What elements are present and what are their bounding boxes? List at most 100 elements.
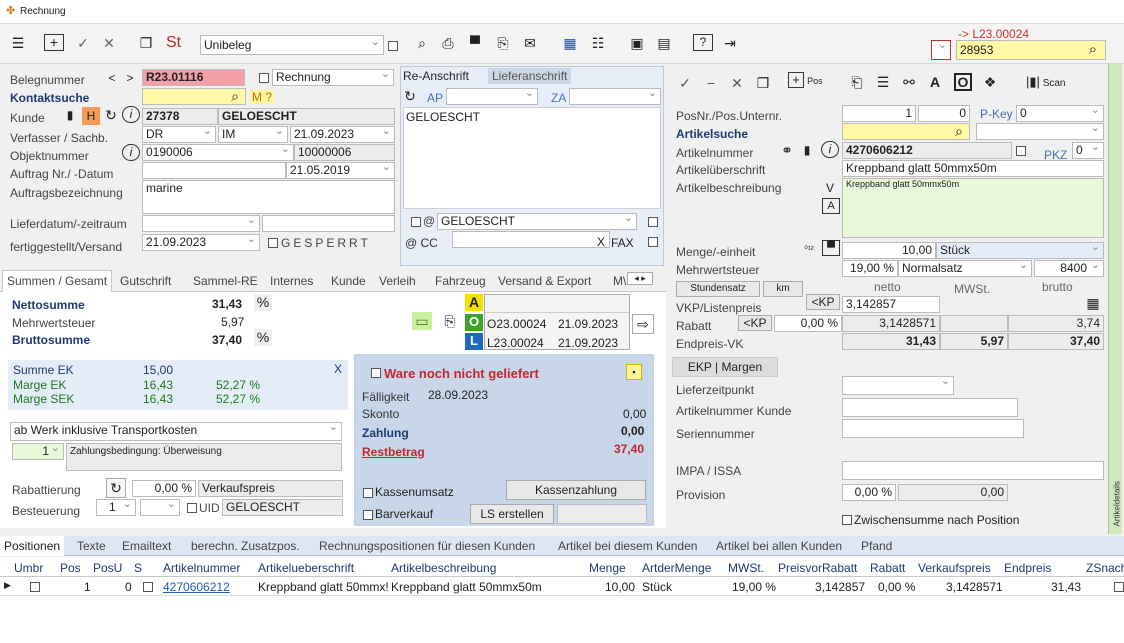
tab-summen[interactable]: Summen / Gesamt bbox=[2, 270, 113, 292]
print-icon[interactable]: ⎙ bbox=[438, 34, 458, 52]
close-icon[interactable]: ✕ bbox=[99, 34, 119, 52]
doc-pdf-icon[interactable]: ⎘ bbox=[441, 312, 459, 330]
auftrag-nr-field[interactable] bbox=[142, 162, 286, 179]
kp-button[interactable]: <KP bbox=[806, 294, 840, 310]
tab-texte[interactable]: Texte bbox=[77, 539, 106, 553]
cc-input[interactable] bbox=[452, 231, 610, 248]
besteuerung-select[interactable]: 1 bbox=[96, 499, 136, 516]
add-pos-button[interactable]: + Pos bbox=[788, 72, 823, 88]
tab-fahrzeug[interactable]: Fahrzeug bbox=[435, 274, 486, 288]
folder-icon[interactable]: ▭ bbox=[412, 312, 432, 330]
barverkauf-checkbox[interactable] bbox=[363, 510, 373, 520]
tab-scroll-arrows[interactable]: ◂ ▸ bbox=[627, 272, 653, 285]
col-artdermenge[interactable]: ArtderMenge bbox=[642, 561, 711, 575]
tab-zusatzpos[interactable]: berechn. Zusatzpos. bbox=[191, 539, 300, 553]
table-row[interactable]: ▶ 1 0 4270606212 Kreppband glatt 50mmx! … bbox=[0, 578, 1124, 596]
col-pos[interactable]: Pos bbox=[60, 561, 81, 575]
calendar-icon[interactable]: ▤ bbox=[654, 34, 674, 52]
pricing-mwst-pct[interactable]: 19,00 % bbox=[842, 260, 898, 277]
zwischensumme-checkbox[interactable] bbox=[842, 515, 852, 525]
binoculars-icon[interactable]: ⚯ bbox=[900, 73, 918, 91]
netto-pct-button[interactable]: % bbox=[254, 294, 272, 311]
col-endpreis[interactable]: Endpreis bbox=[1004, 561, 1051, 575]
kontakt-search-icon[interactable]: ⌕ bbox=[226, 87, 244, 105]
zahlungsbed-nr[interactable]: 1 bbox=[12, 443, 64, 460]
tab-sammel-re[interactable]: Sammel-RE bbox=[193, 274, 258, 288]
pos-close-icon[interactable]: ✕ bbox=[728, 74, 746, 92]
link-icon[interactable]: ⚭ bbox=[778, 141, 796, 159]
artikel-search-icon[interactable]: ⌕ bbox=[950, 122, 968, 140]
kunde-nr-field[interactable]: 27378 bbox=[142, 108, 218, 125]
tab-positionen[interactable]: Positionen bbox=[0, 536, 65, 556]
help-icon[interactable]: ? bbox=[693, 34, 713, 51]
calc-small-icon[interactable]: ▀ bbox=[822, 240, 840, 256]
col-menge[interactable]: Menge bbox=[589, 561, 626, 575]
mode-select[interactable]: Unibeleg bbox=[200, 35, 384, 55]
pos-copy-icon[interactable]: ❐ bbox=[754, 74, 772, 92]
tab-rechnungspos[interactable]: Rechnungspositionen für diesen Kunden bbox=[319, 539, 535, 553]
col-rabatt[interactable]: Rabatt bbox=[870, 561, 905, 575]
doctype-select[interactable]: Rechnung bbox=[272, 69, 394, 86]
row-zsnach-checkbox[interactable] bbox=[1114, 582, 1124, 592]
rabatt-value[interactable]: 0,00 % bbox=[132, 480, 196, 497]
lieferzeit-select[interactable] bbox=[842, 376, 954, 395]
rabatt-kp-button[interactable]: <KP bbox=[738, 315, 772, 331]
tab-versand[interactable]: Versand & Export bbox=[498, 274, 591, 288]
address-text[interactable]: GELOESCHT bbox=[403, 107, 661, 209]
objekt-select[interactable]: 0190006 bbox=[142, 144, 294, 161]
col-artikelnummer[interactable]: Artikelnummer bbox=[163, 561, 240, 575]
tab-artikel-alle[interactable]: Artikel bei allen Kunden bbox=[716, 539, 842, 553]
fertig-date[interactable]: 21.09.2023 bbox=[142, 234, 260, 251]
storno-button[interactable]: St bbox=[166, 34, 181, 52]
ware-icon[interactable]: ▪ bbox=[626, 364, 642, 380]
doc-row-l-nr[interactable]: L23.00024 bbox=[487, 336, 544, 350]
tab-verleih[interactable]: Verleih bbox=[379, 274, 416, 288]
prev-button[interactable]: < bbox=[104, 70, 120, 87]
address-refresh-icon[interactable]: ↻ bbox=[403, 87, 417, 105]
row-umbr-checkbox[interactable] bbox=[30, 582, 40, 592]
tab-kunde[interactable]: Kunde bbox=[331, 274, 366, 288]
col-posu[interactable]: PosU bbox=[93, 561, 122, 575]
rechnung-checkbox[interactable] bbox=[259, 73, 269, 83]
auftragsbez-field[interactable]: marine bbox=[142, 180, 395, 214]
kunde-h-button[interactable]: H bbox=[82, 107, 100, 125]
email-opt-checkbox[interactable] bbox=[648, 217, 658, 227]
tab-artikel-kunde[interactable]: Artikel bei diesem Kunden bbox=[558, 539, 697, 553]
gesperrt-checkbox[interactable] bbox=[268, 238, 278, 248]
pos-minus-icon[interactable]: − bbox=[702, 74, 720, 92]
search-icon[interactable]: ⌕ bbox=[1084, 41, 1102, 59]
scan-button[interactable]: |▮| Scan bbox=[1026, 74, 1066, 90]
ek-close[interactable]: X bbox=[334, 362, 342, 376]
mode-checkbox[interactable] bbox=[388, 41, 398, 51]
font-icon[interactable]: A bbox=[926, 73, 944, 91]
pkey-select[interactable]: 0 bbox=[1016, 105, 1104, 122]
refresh-icon[interactable]: ↻ bbox=[103, 106, 119, 124]
col-zsnach[interactable]: ZSnach bbox=[1086, 561, 1124, 575]
mwst-type-select[interactable]: Normalsatz bbox=[898, 260, 1032, 277]
mwst-code-select[interactable]: 8400 bbox=[1034, 260, 1104, 277]
brutto-pct-button[interactable]: % bbox=[254, 329, 272, 346]
uid-checkbox[interactable] bbox=[187, 503, 197, 513]
pos-unter-field[interactable]: 0 bbox=[918, 105, 970, 122]
o-icon[interactable]: O bbox=[954, 73, 972, 91]
tab-more[interactable]: M\ bbox=[613, 274, 626, 288]
pkz-checkbox[interactable] bbox=[1016, 146, 1026, 156]
text-icon[interactable]: ☰ bbox=[874, 73, 892, 91]
col-preisvorrabatt[interactable]: PreisvorRabatt bbox=[778, 561, 857, 575]
cc-clear[interactable]: X bbox=[597, 235, 605, 249]
next-button[interactable]: > bbox=[122, 70, 138, 87]
col-beschreibung[interactable]: Artikelbeschreibung bbox=[391, 561, 496, 575]
translate-icon[interactable]: A bbox=[822, 198, 840, 214]
vkp-field[interactable]: 3,142857 bbox=[842, 296, 940, 313]
pdf-icon[interactable]: ⎘ bbox=[493, 34, 513, 52]
calculator-icon[interactable]: ▦ bbox=[1084, 294, 1102, 312]
ls-erstellen-button[interactable]: LS erstellen bbox=[470, 504, 554, 524]
ap-select[interactable] bbox=[446, 88, 538, 105]
tab-emailtext[interactable]: Emailtext bbox=[122, 539, 171, 553]
kassenzahlung-button[interactable]: Kassenzahlung bbox=[506, 480, 646, 500]
kunde-name-field[interactable]: GELOESCHT bbox=[218, 108, 395, 125]
menu-icon[interactable]: ☰ bbox=[8, 34, 28, 52]
col-umbr[interactable]: Umbr bbox=[14, 561, 43, 575]
email-checkbox[interactable] bbox=[411, 217, 421, 227]
artikelsuche-select[interactable] bbox=[976, 123, 1104, 140]
